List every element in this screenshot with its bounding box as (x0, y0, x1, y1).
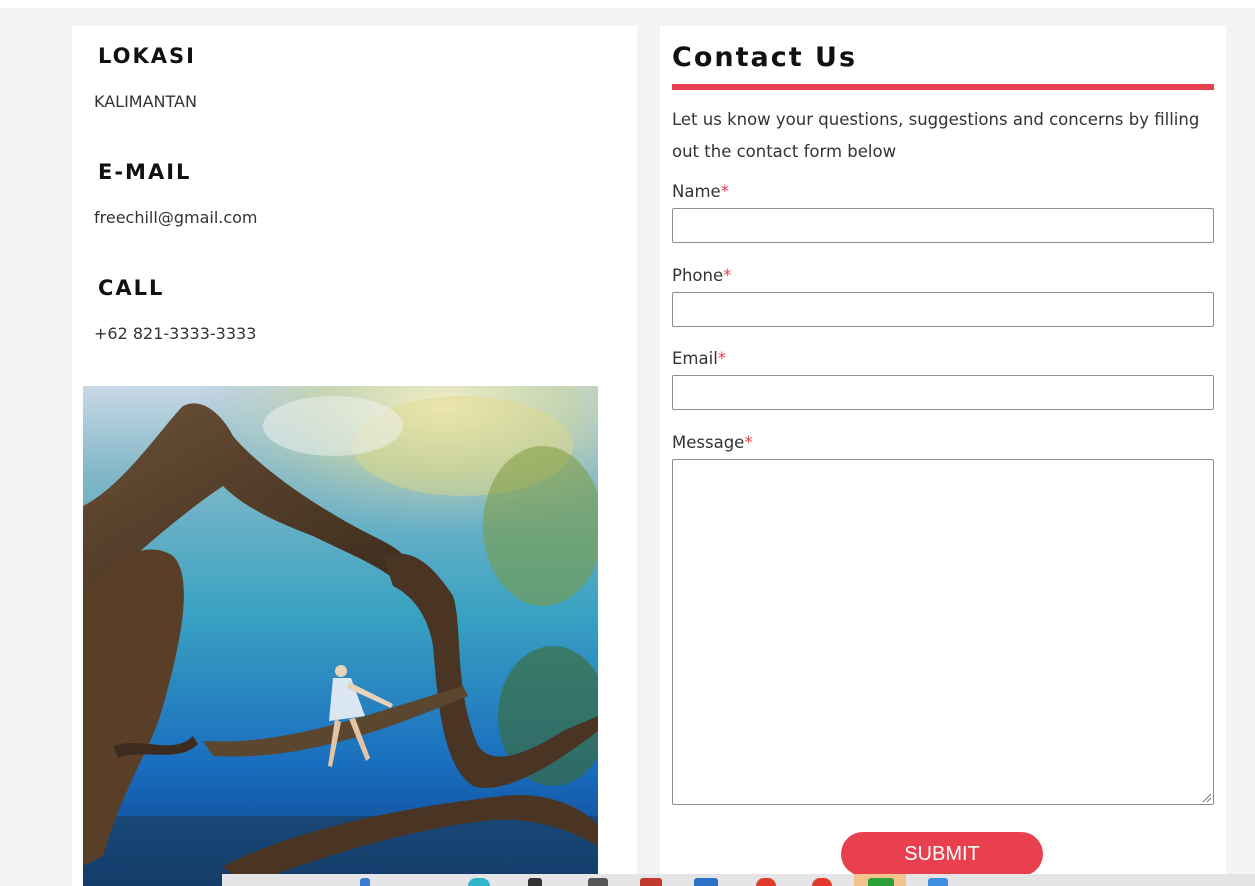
taskbar-app-icon[interactable] (528, 878, 542, 886)
contact-info-card: LOKASI KALIMANTAN E-MAIL freechill@gmail… (72, 26, 637, 886)
taskbar-app-icon[interactable] (360, 878, 370, 886)
taskbar-app-icon[interactable] (640, 878, 662, 886)
resize-grip-icon[interactable] (1201, 792, 1211, 802)
call-heading: CALL (98, 276, 165, 300)
name-label-text: Name (672, 182, 721, 201)
taskbar (222, 874, 1255, 886)
required-marker: * (717, 349, 727, 368)
location-value: KALIMANTAN (94, 92, 197, 111)
required-marker: * (720, 182, 729, 201)
phone-label: Phone* (672, 266, 731, 285)
submit-button[interactable]: SUBMIT (841, 832, 1043, 876)
phone-label-text: Phone (672, 266, 724, 285)
taskbar-app-icon[interactable] (468, 878, 490, 886)
taskbar-app-icon[interactable] (868, 878, 894, 886)
message-label: Message* (672, 433, 753, 452)
taskbar-app-icon[interactable] (694, 878, 718, 886)
email-label-text: Email (672, 349, 718, 368)
phone-field[interactable] (672, 292, 1214, 327)
email-heading: E-MAIL (98, 160, 192, 184)
taskbar-app-icon[interactable] (812, 878, 832, 886)
underwater-photo (83, 386, 598, 886)
email-value: freechill@gmail.com (94, 208, 258, 227)
phone-value: +62 821-3333-3333 (94, 324, 257, 343)
location-heading: LOKASI (98, 44, 196, 68)
contact-form-card: Contact Us Let us know your questions, s… (660, 26, 1226, 886)
message-label-text: Message (672, 433, 745, 452)
taskbar-app-icon[interactable] (756, 878, 776, 886)
required-marker: * (723, 266, 732, 285)
title-underline (672, 84, 1214, 90)
message-field[interactable] (672, 459, 1214, 805)
name-label: Name* (672, 182, 729, 201)
taskbar-app-icon[interactable] (928, 878, 948, 886)
taskbar-app-icon[interactable] (588, 878, 608, 886)
contact-title: Contact Us (672, 42, 858, 73)
contact-intro: Let us know your questions, suggestions … (672, 110, 1200, 161)
email-field[interactable] (672, 375, 1214, 410)
name-field[interactable] (672, 208, 1214, 243)
top-strip (0, 0, 1255, 8)
required-marker: * (744, 433, 753, 452)
email-label: Email* (672, 349, 726, 368)
